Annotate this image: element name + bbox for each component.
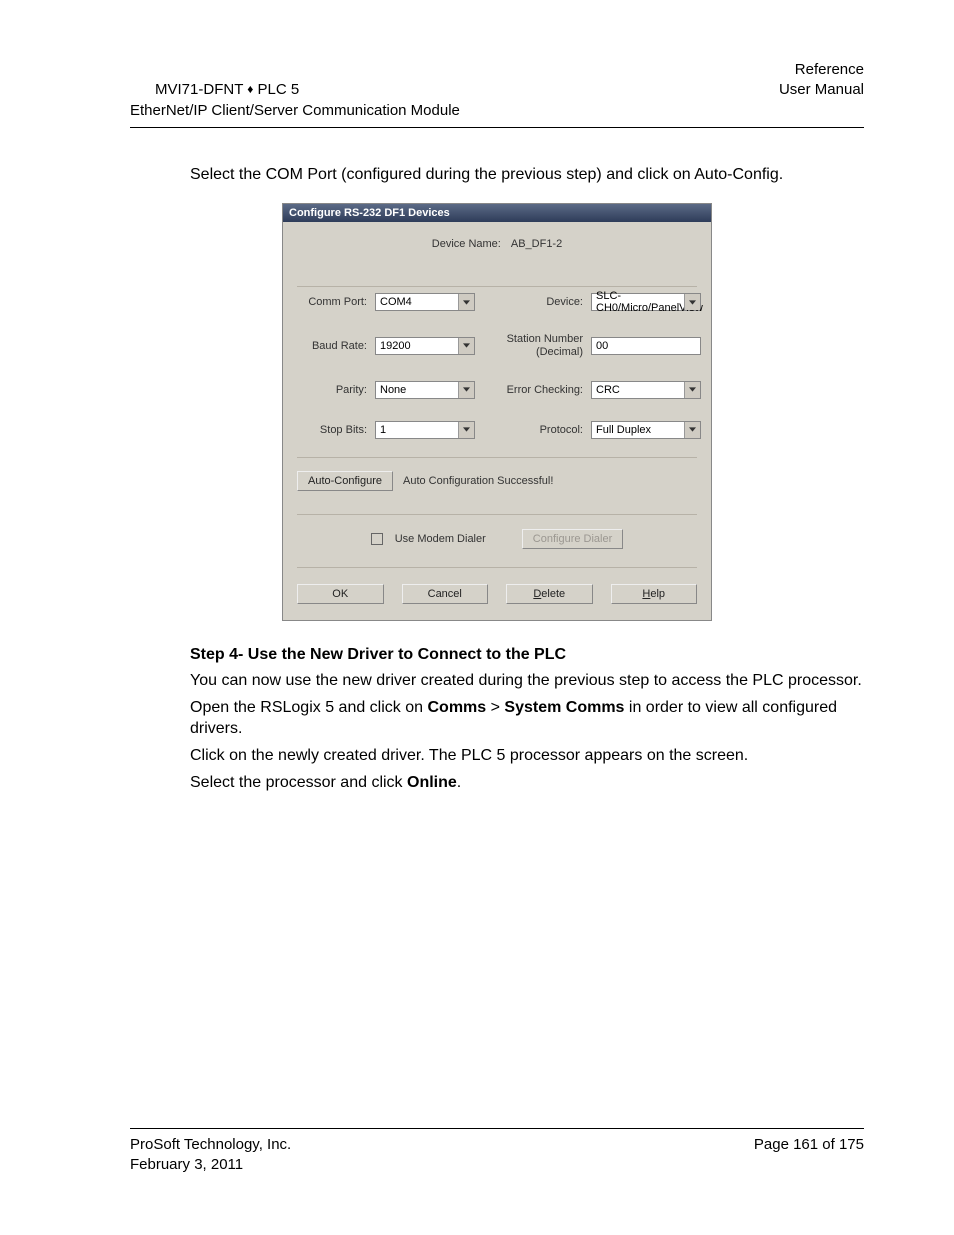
error-checking-label: Error Checking: — [483, 384, 583, 396]
body-text: Step 4- Use the New Driver to Connect to… — [190, 645, 864, 794]
protocol-label: Protocol: — [483, 424, 583, 436]
stop-bits-select[interactable]: 1 — [375, 421, 475, 439]
chevron-down-icon — [684, 294, 700, 310]
auto-configure-status: Auto Configuration Successful! — [403, 466, 553, 496]
ftr-date: February 3, 2011 — [130, 1156, 243, 1173]
baud-rate-value: 19200 — [380, 340, 411, 352]
use-modem-label: Use Modem Dialer — [395, 533, 486, 545]
error-checking-select[interactable]: CRC — [591, 381, 701, 399]
chevron-down-icon — [684, 422, 700, 438]
intro-text: Select the COM Port (configured during t… — [190, 164, 864, 186]
auto-configure-button[interactable]: Auto-Configure — [297, 471, 393, 491]
body-p4: Select the processor and click Online. — [190, 773, 864, 794]
error-checking-value: CRC — [596, 384, 620, 396]
protocol-select[interactable]: Full Duplex — [591, 421, 701, 439]
dialog-title: Configure RS-232 DF1 Devices — [283, 204, 711, 222]
chevron-down-icon — [458, 422, 474, 438]
parity-select[interactable]: None — [375, 381, 475, 399]
step-title: Step 4- Use the New Driver to Connect to… — [190, 645, 864, 666]
baud-rate-select[interactable]: 19200 — [375, 337, 475, 355]
body-p3: Click on the newly created driver. The P… — [190, 746, 864, 767]
configure-dialer-button: Configure Dialer — [522, 529, 623, 549]
parity-label: Parity: — [297, 384, 367, 396]
device-name-label: Device Name: — [432, 238, 501, 250]
device-label: Device: — [483, 296, 583, 308]
stop-bits-label: Stop Bits: — [297, 424, 367, 436]
ftr-company: ProSoft Technology, Inc. — [130, 1136, 291, 1153]
delete-button[interactable]: Delete — [506, 584, 593, 604]
chevron-down-icon — [458, 382, 474, 398]
hdr-right-2: User Manual — [779, 81, 864, 98]
hdr-left-1a: MVI71-DFNT — [155, 81, 247, 98]
device-name-value: AB_DF1-2 — [511, 238, 562, 250]
station-number-label: Station Number (Decimal) — [483, 333, 583, 358]
page-footer: ProSoft Technology, Inc. February 3, 201… — [130, 1128, 864, 1176]
chevron-down-icon — [684, 382, 700, 398]
comm-port-select[interactable]: COM4 — [375, 293, 475, 311]
protocol-value: Full Duplex — [596, 424, 651, 436]
body-p2: Open the RSLogix 5 and click on Comms > … — [190, 698, 864, 740]
page-header: MVI71-DFNT ♦ PLC 5 EtherNet/IP Client/Se… — [130, 60, 864, 128]
ok-button[interactable]: OK — [297, 584, 384, 604]
baud-rate-label: Baud Rate: — [297, 340, 367, 352]
stop-bits-value: 1 — [380, 424, 386, 436]
station-number-input[interactable]: 00 — [591, 337, 701, 355]
device-select[interactable]: SLC-CH0/Micro/PanelView — [591, 293, 701, 311]
chevron-down-icon — [458, 338, 474, 354]
comm-port-label: Comm Port: — [297, 296, 367, 308]
comm-port-value: COM4 — [380, 296, 412, 308]
hdr-left-1b: PLC 5 — [253, 81, 299, 98]
use-modem-checkbox[interactable] — [371, 533, 383, 545]
help-button[interactable]: Help — [611, 584, 698, 604]
body-p1: You can now use the new driver created d… — [190, 671, 864, 692]
chevron-down-icon — [458, 294, 474, 310]
page-number: Page 161 of 175 — [754, 1135, 864, 1176]
hdr-right-1: Reference — [795, 61, 864, 78]
hdr-left-2: EtherNet/IP Client/Server Communication … — [130, 102, 460, 119]
configure-df1-dialog: Configure RS-232 DF1 Devices Device Name… — [282, 203, 712, 620]
station-number-value: 00 — [596, 340, 608, 352]
cancel-button[interactable]: Cancel — [402, 584, 489, 604]
parity-value: None — [380, 384, 406, 396]
